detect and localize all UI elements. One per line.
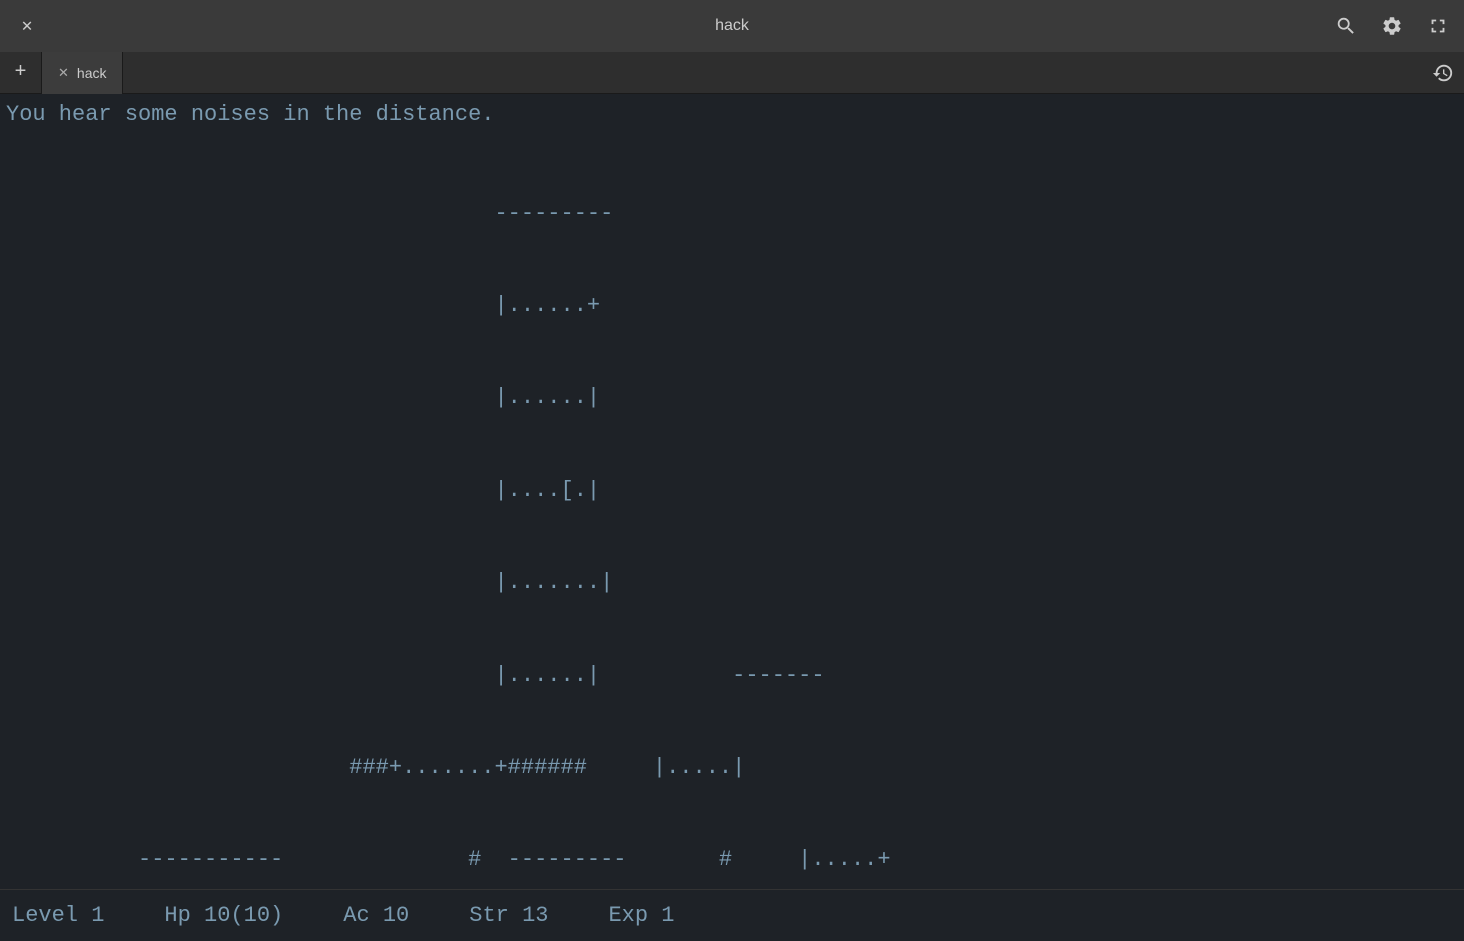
tab-label: hack: [77, 65, 107, 81]
str-display: Str 13: [469, 903, 548, 928]
fullscreen-icon[interactable]: [1424, 12, 1452, 40]
map-line-1: ---------: [6, 199, 1458, 230]
window-title: hack: [715, 17, 749, 35]
level-display: Level 1: [12, 903, 104, 928]
tab-close-button[interactable]: ✕: [58, 65, 69, 81]
game-map: --------- |......+ |......| |....[.|: [6, 137, 1458, 889]
hp-label: Hp: [164, 903, 190, 928]
new-tab-button[interactable]: +: [0, 52, 42, 94]
game-message: You hear some noises in the distance.: [6, 102, 1458, 127]
tabbar: + ✕ hack: [0, 52, 1464, 94]
level-number: 1: [91, 903, 104, 928]
map-line-8: ----------- # --------- # |.....+: [6, 845, 1458, 876]
settings-icon[interactable]: [1378, 12, 1406, 40]
exp-display: Exp 1: [608, 903, 674, 928]
titlebar-icons: [1332, 12, 1452, 40]
tab-hack[interactable]: ✕ hack: [42, 52, 123, 94]
search-icon[interactable]: [1332, 12, 1360, 40]
map-line-4: |....[.|: [6, 476, 1458, 507]
hp-display: Hp 10(10): [164, 903, 283, 928]
history-button[interactable]: [1422, 52, 1464, 94]
level-label: Level: [12, 903, 78, 928]
map-line-6: |......| -------: [6, 661, 1458, 692]
str-value: 13: [522, 903, 548, 928]
map-line-3: |......|: [6, 383, 1458, 414]
ac-label: Ac: [343, 903, 369, 928]
statusbar: Level 1 Hp 10(10) Ac 10 Str 13 Exp 1: [0, 889, 1464, 941]
close-button[interactable]: ✕: [12, 11, 42, 41]
str-label: Str: [469, 903, 509, 928]
ac-value: 10: [383, 903, 409, 928]
ac-display: Ac 10: [343, 903, 409, 928]
map-line-2: |......+: [6, 291, 1458, 322]
game-area: You hear some noises in the distance. --…: [0, 94, 1464, 889]
map-line-7: ###+.......+###### |.....|: [6, 753, 1458, 784]
titlebar: ✕ hack: [0, 0, 1464, 52]
exp-label: Exp: [608, 903, 648, 928]
exp-value: 1: [661, 903, 674, 928]
map-line-5: |.......|: [6, 568, 1458, 599]
hp-value: 10(10): [204, 903, 283, 928]
